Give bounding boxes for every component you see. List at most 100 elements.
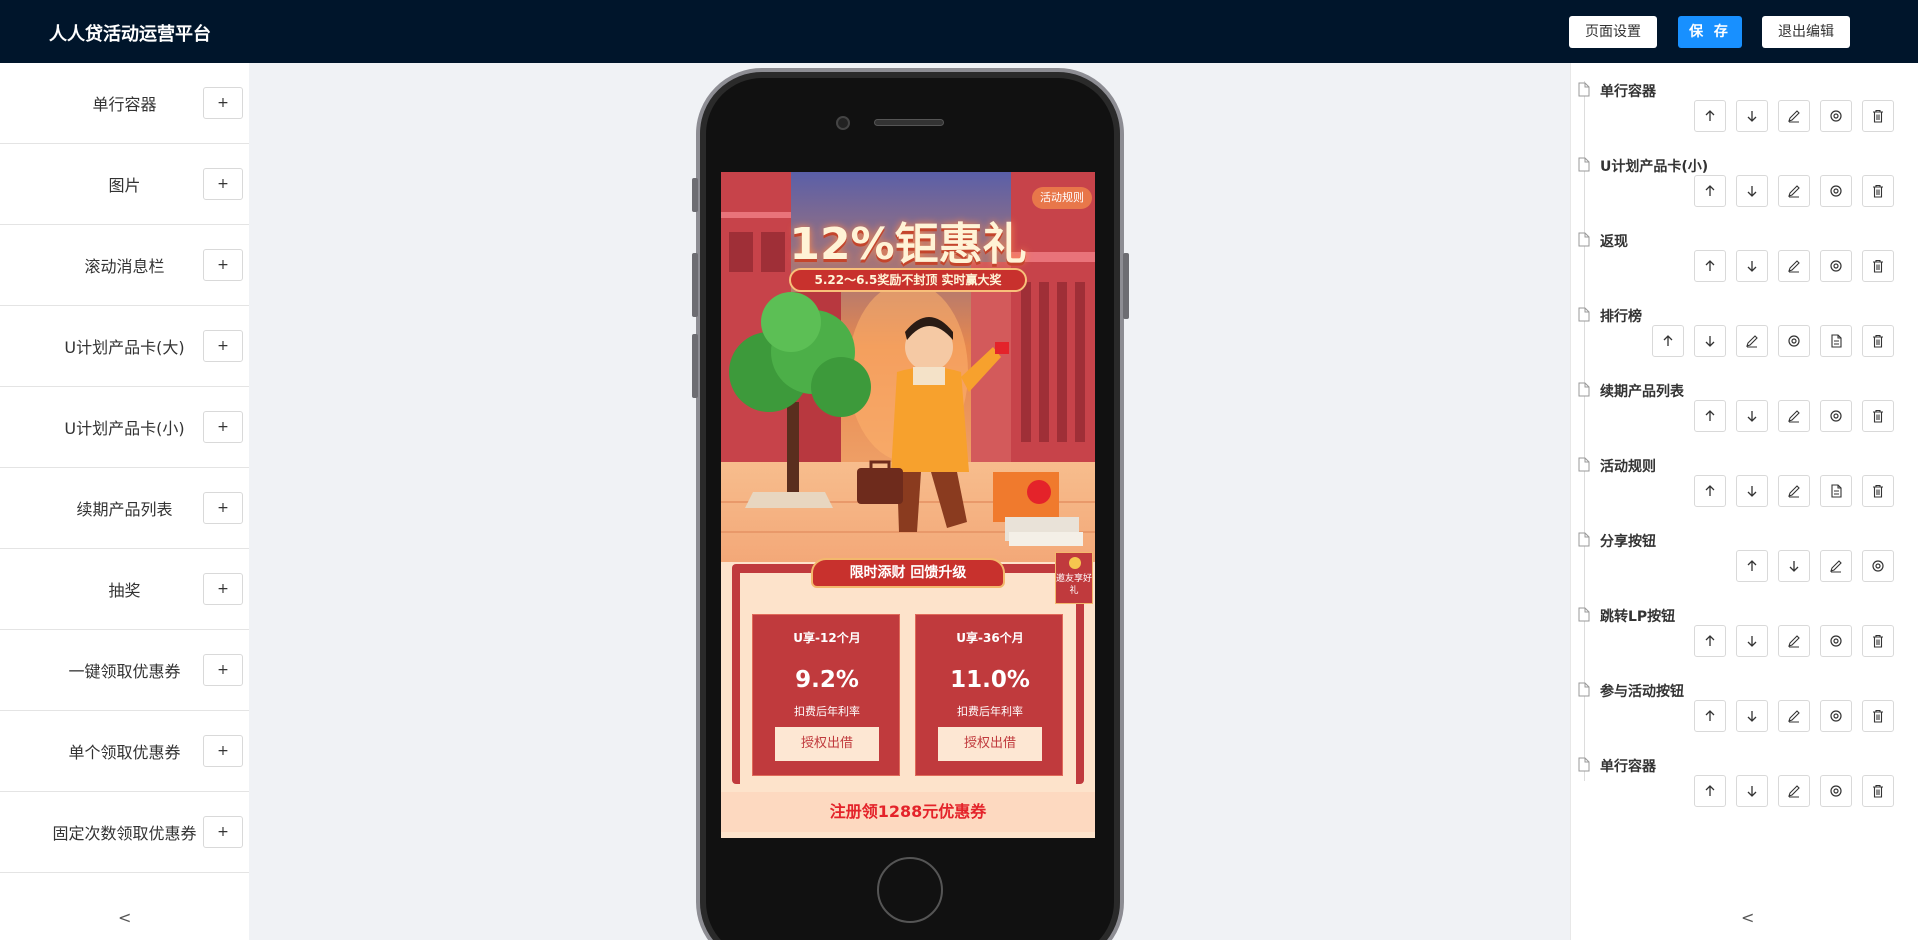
add-component-button[interactable]: +: [203, 573, 243, 605]
settings-button[interactable]: [1820, 625, 1852, 657]
arrow-up-button[interactable]: [1652, 325, 1684, 357]
layer-label: 单行容器: [1600, 84, 1656, 100]
edit-button[interactable]: [1778, 700, 1810, 732]
arrow-up-button[interactable]: [1694, 700, 1726, 732]
delete-button[interactable]: [1862, 625, 1894, 657]
delete-icon: [1873, 484, 1883, 498]
activity-rules-tag[interactable]: 活动规则: [1032, 187, 1092, 209]
settings-button[interactable]: [1820, 175, 1852, 207]
delete-icon: [1873, 784, 1883, 798]
delete-button[interactable]: [1862, 700, 1894, 732]
arrow-down-button[interactable]: [1736, 250, 1768, 282]
page-settings-button[interactable]: 页面设置: [1569, 16, 1657, 48]
delete-button[interactable]: [1862, 175, 1894, 207]
layer-item[interactable]: 续期产品列表: [1571, 370, 1918, 445]
add-component-button[interactable]: +: [203, 492, 243, 524]
layer-item[interactable]: 单行容器: [1571, 745, 1918, 820]
arrow-down-button[interactable]: [1736, 400, 1768, 432]
save-button[interactable]: 保 存: [1678, 16, 1742, 48]
edit-button[interactable]: [1736, 325, 1768, 357]
register-coupon-banner[interactable]: 注册领1288元优惠券: [721, 792, 1095, 832]
edit-button[interactable]: [1778, 175, 1810, 207]
add-component-button[interactable]: +: [203, 168, 243, 200]
settings-button[interactable]: [1820, 775, 1852, 807]
arrow-down-icon: [1747, 486, 1757, 497]
delete-button[interactable]: [1862, 775, 1894, 807]
collapse-right-icon[interactable]: <: [1741, 908, 1754, 927]
add-component-button[interactable]: +: [203, 654, 243, 686]
edit-button[interactable]: [1778, 775, 1810, 807]
exit-edit-button[interactable]: 退出编辑: [1762, 16, 1850, 48]
arrow-up-button[interactable]: [1694, 775, 1726, 807]
arrow-up-button[interactable]: [1694, 250, 1726, 282]
invite-friends-tag[interactable]: 邀友享好礼: [1055, 552, 1093, 604]
add-component-button[interactable]: +: [203, 411, 243, 443]
edit-button[interactable]: [1778, 400, 1810, 432]
layer-item[interactable]: 返现: [1571, 220, 1918, 295]
delete-button[interactable]: [1862, 100, 1894, 132]
layer-item[interactable]: 活动规则: [1571, 445, 1918, 520]
layer-item[interactable]: 分享按钮: [1571, 520, 1918, 595]
layer-item[interactable]: 参与活动按钮: [1571, 670, 1918, 745]
delete-icon: [1873, 709, 1883, 723]
arrow-down-button[interactable]: [1736, 775, 1768, 807]
layer-item[interactable]: 排行榜: [1571, 295, 1918, 370]
arrow-down-button[interactable]: [1736, 625, 1768, 657]
arrow-up-button[interactable]: [1694, 400, 1726, 432]
delete-button[interactable]: [1862, 325, 1894, 357]
settings-button[interactable]: [1820, 400, 1852, 432]
settings-button[interactable]: [1862, 550, 1894, 582]
file-icon: [1578, 607, 1590, 622]
document-button[interactable]: [1820, 325, 1852, 357]
edit-button[interactable]: [1778, 475, 1810, 507]
layer-item[interactable]: 单行容器: [1571, 70, 1918, 145]
arrow-down-button[interactable]: [1736, 175, 1768, 207]
add-component-button[interactable]: +: [203, 330, 243, 362]
component-panel: < 单行容器 + 图片 + 滚动消息栏 + U计划产品卡(大) + U计划产品卡(小) + 续期产品…: [0, 63, 249, 940]
settings-button[interactable]: [1820, 700, 1852, 732]
add-component-button[interactable]: +: [203, 249, 243, 281]
component-item: 滚动消息栏 +: [0, 225, 249, 306]
authorize-lend-button[interactable]: 授权出借: [938, 727, 1042, 761]
edit-button[interactable]: [1820, 550, 1852, 582]
arrow-down-button[interactable]: [1778, 550, 1810, 582]
edit-button[interactable]: [1778, 625, 1810, 657]
settings-button[interactable]: [1820, 100, 1852, 132]
layer-label: 分享按钮: [1600, 534, 1656, 550]
layer-label: 单行容器: [1600, 759, 1656, 775]
arrow-down-button[interactable]: [1694, 325, 1726, 357]
edit-button[interactable]: [1778, 250, 1810, 282]
settings-icon: [1830, 635, 1842, 647]
collapse-left-icon[interactable]: <: [118, 908, 131, 927]
home-button: [877, 857, 943, 923]
arrow-up-button[interactable]: [1694, 100, 1726, 132]
add-component-button[interactable]: +: [203, 735, 243, 767]
arrow-up-button[interactable]: [1694, 625, 1726, 657]
arrow-up-button[interactable]: [1736, 550, 1768, 582]
arrow-up-icon: [1705, 485, 1715, 496]
arrow-up-button[interactable]: [1694, 475, 1726, 507]
arrow-up-button[interactable]: [1694, 175, 1726, 207]
product-rate-desc: 扣费后年利率: [794, 705, 860, 718]
layer-item[interactable]: U计划产品卡(小): [1571, 145, 1918, 220]
document-button[interactable]: [1820, 475, 1852, 507]
coin-icon: [1069, 557, 1081, 569]
delete-icon: [1873, 409, 1883, 423]
delete-button[interactable]: [1862, 250, 1894, 282]
authorize-lend-button[interactable]: 授权出借: [775, 727, 879, 761]
arrow-down-icon: [1789, 561, 1799, 572]
delete-button[interactable]: [1862, 475, 1894, 507]
settings-button[interactable]: [1820, 250, 1852, 282]
front-camera: [836, 116, 850, 130]
add-component-button[interactable]: +: [203, 87, 243, 119]
edit-button[interactable]: [1778, 100, 1810, 132]
delete-button[interactable]: [1862, 400, 1894, 432]
delete-icon: [1873, 259, 1883, 273]
arrow-up-icon: [1705, 185, 1715, 196]
arrow-down-button[interactable]: [1736, 700, 1768, 732]
settings-button[interactable]: [1778, 325, 1810, 357]
arrow-down-button[interactable]: [1736, 100, 1768, 132]
arrow-down-button[interactable]: [1736, 475, 1768, 507]
add-component-button[interactable]: +: [203, 816, 243, 848]
layer-item[interactable]: 跳转LP按钮: [1571, 595, 1918, 670]
